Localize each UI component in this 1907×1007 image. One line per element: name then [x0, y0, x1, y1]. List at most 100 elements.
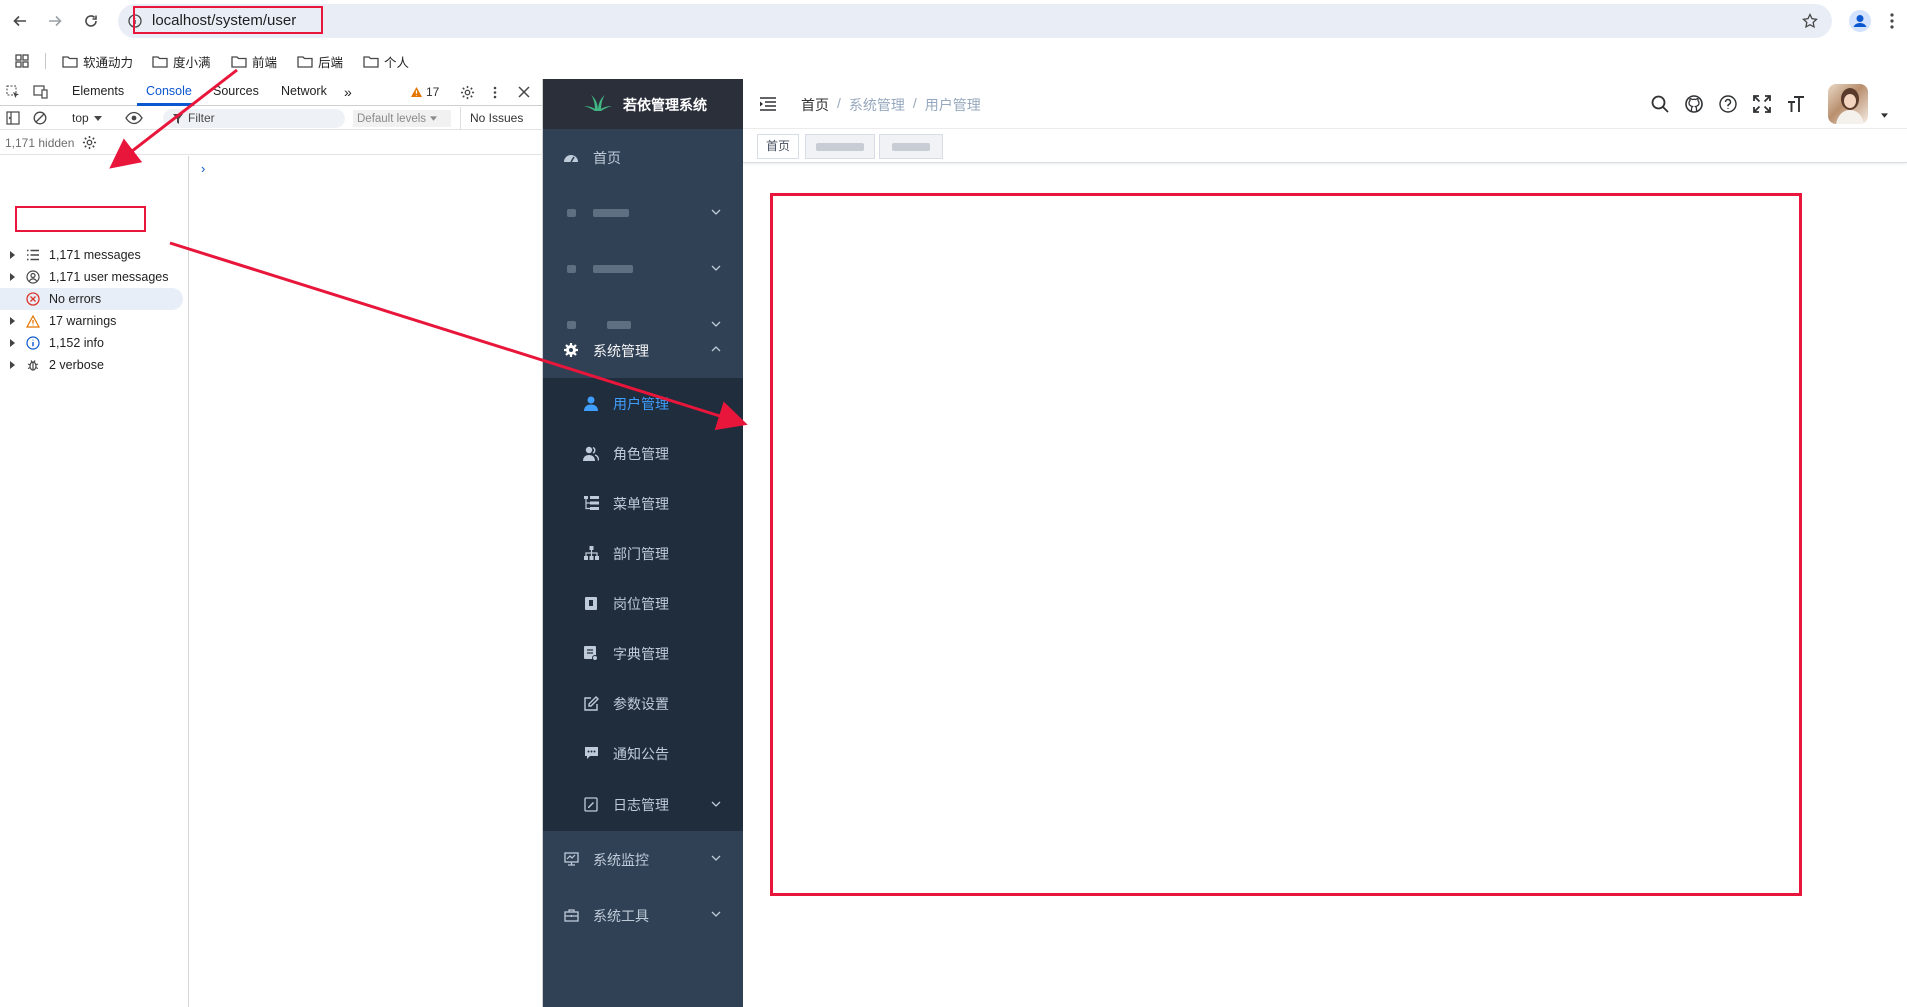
- browser-menu-button[interactable]: [1890, 13, 1894, 29]
- toolbox-icon: [563, 907, 579, 923]
- menu-item-system[interactable]: 系统管理: [543, 322, 743, 378]
- breadcrumb-item[interactable]: 首页: [801, 95, 829, 115]
- breadcrumb-separator: /: [837, 95, 841, 111]
- warnings-counter[interactable]: 17: [410, 85, 439, 99]
- console-sidebar: 1,171 messages 1,171 user messages No er…: [0, 156, 189, 1007]
- devtools-menu-icon[interactable]: [493, 86, 497, 99]
- bookmark-folder-4[interactable]: 个人: [363, 52, 409, 71]
- filter-input[interactable]: Filter: [163, 109, 345, 128]
- submenu-item-post[interactable]: 岗位管理: [543, 578, 743, 628]
- inspect-element-icon[interactable]: [6, 85, 20, 99]
- settings-gear-icon[interactable]: [460, 85, 475, 100]
- apps-grid-icon[interactable]: [15, 54, 29, 68]
- dropdown-caret-icon: [93, 115, 102, 121]
- github-icon[interactable]: [1684, 94, 1704, 114]
- menu-item-home[interactable]: 首页: [543, 129, 743, 185]
- sidebar-item-errors[interactable]: No errors: [0, 288, 183, 310]
- warning-count: 17: [426, 85, 440, 99]
- gear-icon: [563, 342, 579, 358]
- font-size-icon[interactable]: [1786, 94, 1806, 114]
- console-settings-gear-icon[interactable]: [82, 135, 97, 150]
- app-logo[interactable]: 若依管理系统: [543, 79, 743, 129]
- tab-elements[interactable]: Elements: [72, 84, 124, 98]
- help-question-icon[interactable]: [1718, 94, 1738, 114]
- system-submenu: 用户管理 角色管理 菜单管理 部门管理 岗位管理 字典管理 参数设置 通知公告: [543, 378, 743, 831]
- user-avatar[interactable]: [1828, 84, 1868, 124]
- menu-item-blurred-1[interactable]: [543, 185, 743, 241]
- breadcrumb: 首页 / 系统管理 / 用户管理: [801, 95, 981, 115]
- submenu-item-config[interactable]: 参数设置: [543, 678, 743, 728]
- tab-network[interactable]: Network: [281, 84, 327, 98]
- chevron-down-icon: [711, 801, 721, 807]
- menu-item-monitor[interactable]: 系统监控: [543, 831, 743, 887]
- submenu-label: 菜单管理: [613, 496, 669, 512]
- device-toolbar-icon[interactable]: [33, 85, 49, 99]
- sidebar-item-warnings[interactable]: 17 warnings: [0, 310, 189, 332]
- submenu-item-menu[interactable]: 菜单管理: [543, 478, 743, 528]
- logo-icon: [584, 95, 612, 111]
- submenu-item-user[interactable]: 用户管理: [543, 378, 743, 428]
- sidebar-toggle-icon[interactable]: [6, 111, 20, 125]
- bookmark-folder-1[interactable]: 度小满: [152, 52, 211, 71]
- context-selector[interactable]: top: [72, 111, 102, 125]
- bookmark-label: 度小满: [173, 56, 211, 70]
- bookmark-folder-2[interactable]: 前端: [231, 52, 277, 71]
- submenu-item-log[interactable]: 日志管理: [543, 778, 743, 831]
- close-devtools-icon[interactable]: [518, 86, 530, 98]
- tab-console[interactable]: Console: [146, 84, 192, 98]
- filter-placeholder: Filter: [188, 111, 215, 125]
- folder-icon: [297, 56, 313, 68]
- menu-item-blurred-2[interactable]: [543, 241, 743, 297]
- issues-button[interactable]: No Issues: [470, 111, 523, 125]
- tag-blurred-1[interactable]: [805, 134, 875, 159]
- tag-blurred-2[interactable]: [879, 134, 943, 159]
- hamburger-toggle-icon[interactable]: [760, 97, 776, 111]
- log-levels-dropdown[interactable]: Default levels: [353, 110, 451, 127]
- search-icon[interactable]: [1650, 94, 1670, 114]
- reload-button[interactable]: [80, 10, 102, 32]
- submenu-label: 日志管理: [613, 797, 669, 813]
- bookmark-folder-3[interactable]: 后端: [297, 52, 343, 71]
- annotation-errors-box: [15, 206, 146, 232]
- console-toolbar: top Filter Default levels No Issues: [0, 107, 543, 130]
- fullscreen-icon[interactable]: [1752, 94, 1772, 114]
- address-bar[interactable]: localhost/system/user: [118, 4, 1832, 38]
- submenu-label: 部门管理: [613, 546, 669, 562]
- submenu-item-notice[interactable]: 通知公告: [543, 728, 743, 778]
- more-tabs-icon[interactable]: »: [344, 84, 352, 100]
- dashboard-icon: [563, 149, 579, 165]
- chevron-up-icon: [711, 346, 721, 352]
- submenu-item-role[interactable]: 角色管理: [543, 428, 743, 478]
- profile-avatar-button[interactable]: [1849, 10, 1871, 32]
- forward-button[interactable]: [44, 10, 66, 32]
- sidebar-item-label: 1,152 info: [49, 336, 104, 350]
- menu-label: 首页: [593, 150, 621, 166]
- menu-label: 系统工具: [593, 908, 649, 924]
- sidebar-item-label: No errors: [49, 292, 102, 306]
- live-expression-eye-icon[interactable]: [125, 111, 143, 125]
- console-prompt[interactable]: ›: [201, 161, 205, 176]
- chevron-down-icon: [711, 265, 721, 271]
- chevron-down-icon: [711, 911, 721, 917]
- menu-label: 系统管理: [593, 343, 649, 359]
- menu-item-tools[interactable]: 系统工具: [543, 887, 743, 943]
- submenu-label: 岗位管理: [613, 596, 669, 612]
- sidebar-item-label: 2 verbose: [49, 358, 104, 372]
- clear-console-icon[interactable]: [33, 111, 47, 125]
- error-icon: [24, 290, 42, 308]
- tab-sources[interactable]: Sources: [213, 84, 259, 98]
- profile-icon: [1853, 15, 1867, 27]
- kebab-menu-icon: [1890, 13, 1894, 29]
- submenu-item-dict[interactable]: 字典管理: [543, 628, 743, 678]
- sidebar-item-user-messages[interactable]: 1,171 user messages: [0, 266, 189, 288]
- sidebar-item-verbose[interactable]: 2 verbose: [0, 354, 189, 376]
- post-icon: [583, 595, 599, 611]
- submenu-item-dept[interactable]: 部门管理: [543, 528, 743, 578]
- hidden-count: 1,171 hidden: [5, 136, 75, 150]
- sidebar-item-messages[interactable]: 1,171 messages: [0, 244, 189, 266]
- back-button[interactable]: [9, 10, 31, 32]
- tag-home[interactable]: 首页: [757, 134, 800, 159]
- bookmark-folder-0[interactable]: 软通动力: [62, 52, 133, 71]
- sidebar-item-info[interactable]: 1,152 info: [0, 332, 189, 354]
- levels-label: Default levels: [357, 112, 427, 125]
